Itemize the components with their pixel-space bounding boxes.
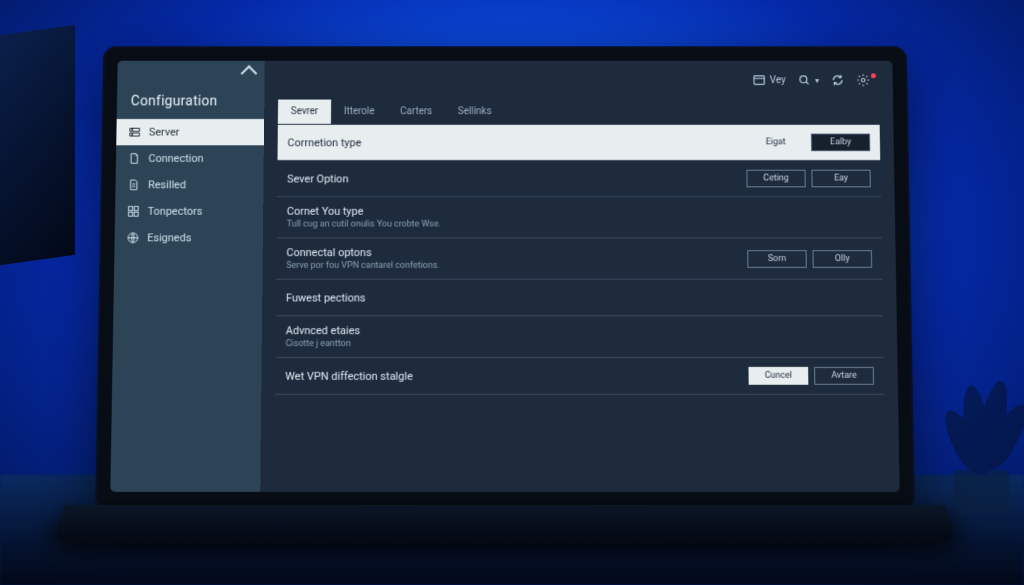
decor-box [0,25,75,266]
row-title: Fuwest pections [286,291,366,304]
row-connection-type[interactable]: Corrnetion type Eigat Ealby [277,125,880,161]
row-connectal-options[interactable]: Connectal optons Serve por fou VPN canta… [276,238,882,279]
settings-list: Corrnetion type Eigat Ealby Sever Option… [275,124,884,395]
search-button[interactable]: ▾ [797,73,819,87]
view-label: Vey [770,75,786,86]
button-ealby[interactable]: Ealby [811,134,870,152]
row-server-option[interactable]: Sever Option Ceting Eay [277,161,881,197]
app-window: Configuration Server Connection [110,61,899,492]
sidebar-item-label: Connection [148,152,203,165]
avtare-button[interactable]: Avtare [814,367,874,385]
gear-icon [856,73,870,87]
row-vpn-diffection[interactable]: Wet VPN diffection stalgle Cuncel Avtare [275,358,884,395]
sidebar-item-label: Resilled [148,179,186,192]
row-subtitle: Serve por fou VPN cantarel confetions. [286,261,439,271]
row-title: Corrnetion type [287,136,361,149]
sidebar-item-connection[interactable]: Connection [116,145,264,171]
row-subtitle: Cisotte j eantton [286,339,360,349]
doc-icon [128,152,141,165]
view-toggle[interactable]: Vey [752,73,786,87]
globe-icon [126,231,139,244]
sidebar-item-esigneds[interactable]: Esigneds [114,225,263,252]
notification-badge [871,73,876,78]
row-title: Cornet You type [287,205,441,218]
decor-plant [924,305,1024,515]
cancel-button[interactable]: Cuncel [748,367,808,385]
search-icon [797,73,811,87]
tab-label: Carters [400,106,432,117]
tab-itterole[interactable]: Itterole [331,100,387,124]
tab-server[interactable]: Sevrer [278,100,331,124]
button-eay[interactable]: Eay [811,170,870,188]
doc-icon [127,179,140,192]
tab-label: Sevrer [291,106,319,117]
screen-bezel: Configuration Server Connection [95,46,915,510]
button-olly[interactable]: Olly [812,250,872,268]
row-title: Connectal optons [286,246,439,259]
button-ceting[interactable]: Ceting [746,170,805,188]
grid-icon [127,205,140,218]
sidebar-collapse[interactable] [117,61,265,86]
sidebar-item-label: Esigneds [147,231,191,244]
sidebar-item-label: Tonpectors [148,205,203,218]
toolbar: Vey ▾ [264,61,893,100]
tab-bar: Sevrer Itterole Carters Sellinks [264,100,893,124]
row-title: Wet VPN diffection stalgle [285,369,413,382]
server-icon [128,126,141,139]
sidebar-item-label: Server [149,126,180,139]
row-advanced-etaies[interactable]: Advnced etaies Cisotte j eantton [276,316,884,358]
sidebar-item-server[interactable]: Server [116,119,264,145]
tab-label: Sellinks [458,106,492,117]
button-sorn[interactable]: Sorn [747,250,807,268]
tab-label: Itterole [344,106,375,117]
main-panel: Vey ▾ [260,61,899,492]
sidebar-title: Configuration [117,86,265,119]
dropdown-caret: ▾ [815,76,819,85]
refresh-icon [831,73,845,87]
laptop-keyboard [52,505,957,544]
row-title: Advnced etaies [286,324,360,337]
row-cornet-you-type[interactable]: Cornet You type Tull cug an cutil onulis… [277,197,882,238]
sidebar-item-tonpectors[interactable]: Tonpectors [115,198,263,224]
sidebar-item-resilled[interactable]: Resilled [115,172,263,198]
tab-carters[interactable]: Carters [387,100,445,124]
row-title: Sever Option [287,172,348,185]
laptop: Configuration Server Connection [95,40,915,550]
button-eigat[interactable]: Eigat [746,134,805,152]
window-icon [752,73,766,87]
refresh-button[interactable] [831,73,845,87]
sidebar: Configuration Server Connection [110,61,264,492]
row-subtitle: Tull cug an cutil onulis You crobte Wse. [287,220,441,230]
chevron-up-icon [241,65,258,81]
tab-sellinks[interactable]: Sellinks [445,100,504,124]
row-fuwest-pections[interactable]: Fuwest pections [276,280,883,317]
settings-button[interactable] [856,73,879,87]
